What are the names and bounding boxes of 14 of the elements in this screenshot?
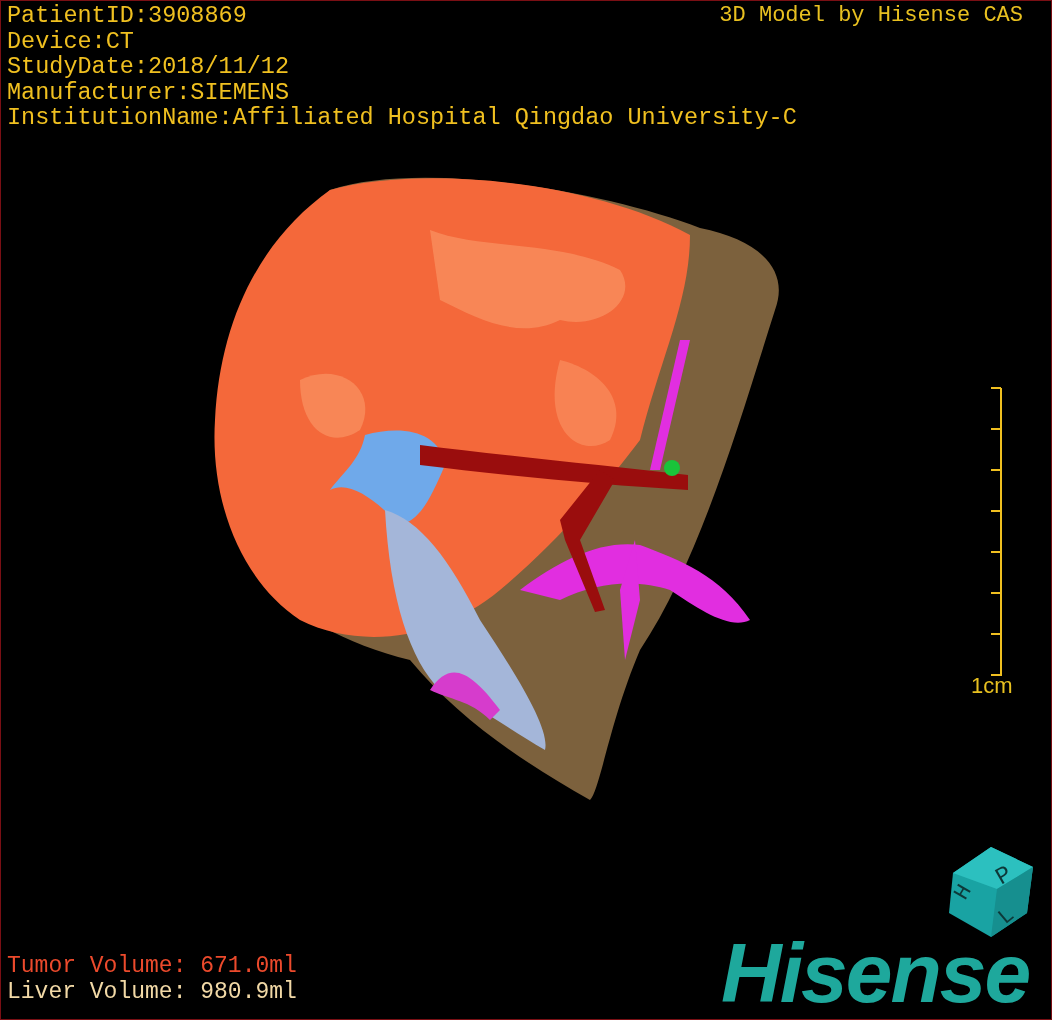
patient-info-text: StudyDate:2018/11/12 <box>7 54 290 80</box>
credit-text: 3D Model by Hisense CAS <box>719 3 1023 29</box>
cube-label: L <box>993 902 1020 931</box>
cube-label: P <box>991 860 1017 892</box>
scale-label: 1cm <box>971 673 1013 699</box>
cube-label: H <box>949 880 978 905</box>
volume-text: Tumor Volume: 671.0ml <box>7 953 297 979</box>
logo: Hisense <box>721 931 1030 1015</box>
patient-info-text: PatientID:3908869 <box>7 3 247 29</box>
scale-bar-icon <box>988 386 1004 678</box>
patient-info-text: InstitutionName:Affiliated Hospital Qingdao University-C <box>7 105 797 131</box>
patient-info-text: Device:CT <box>7 28 134 54</box>
patient-info-text: Manufacturer:SIEMENS <box>7 79 290 105</box>
volume-text: Liver Volume: 980.9ml <box>7 979 297 1005</box>
